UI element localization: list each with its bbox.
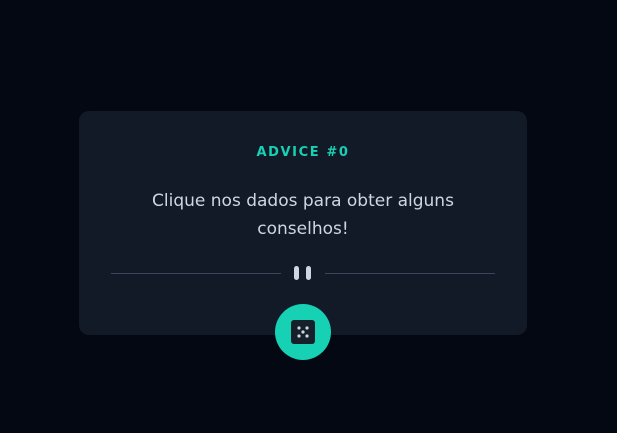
advice-card: ADVICE #0 Clique nos dados para obter al… — [79, 111, 527, 335]
pause-icon — [294, 266, 312, 280]
dice-button[interactable] — [275, 304, 331, 360]
advice-title: ADVICE #0 — [256, 145, 350, 160]
divider-line-left — [111, 273, 281, 274]
dice-icon — [291, 320, 315, 344]
divider-line-right — [325, 273, 495, 274]
advice-text: Clique nos dados para obter alguns conse… — [152, 191, 454, 239]
pattern-divider — [111, 266, 495, 280]
